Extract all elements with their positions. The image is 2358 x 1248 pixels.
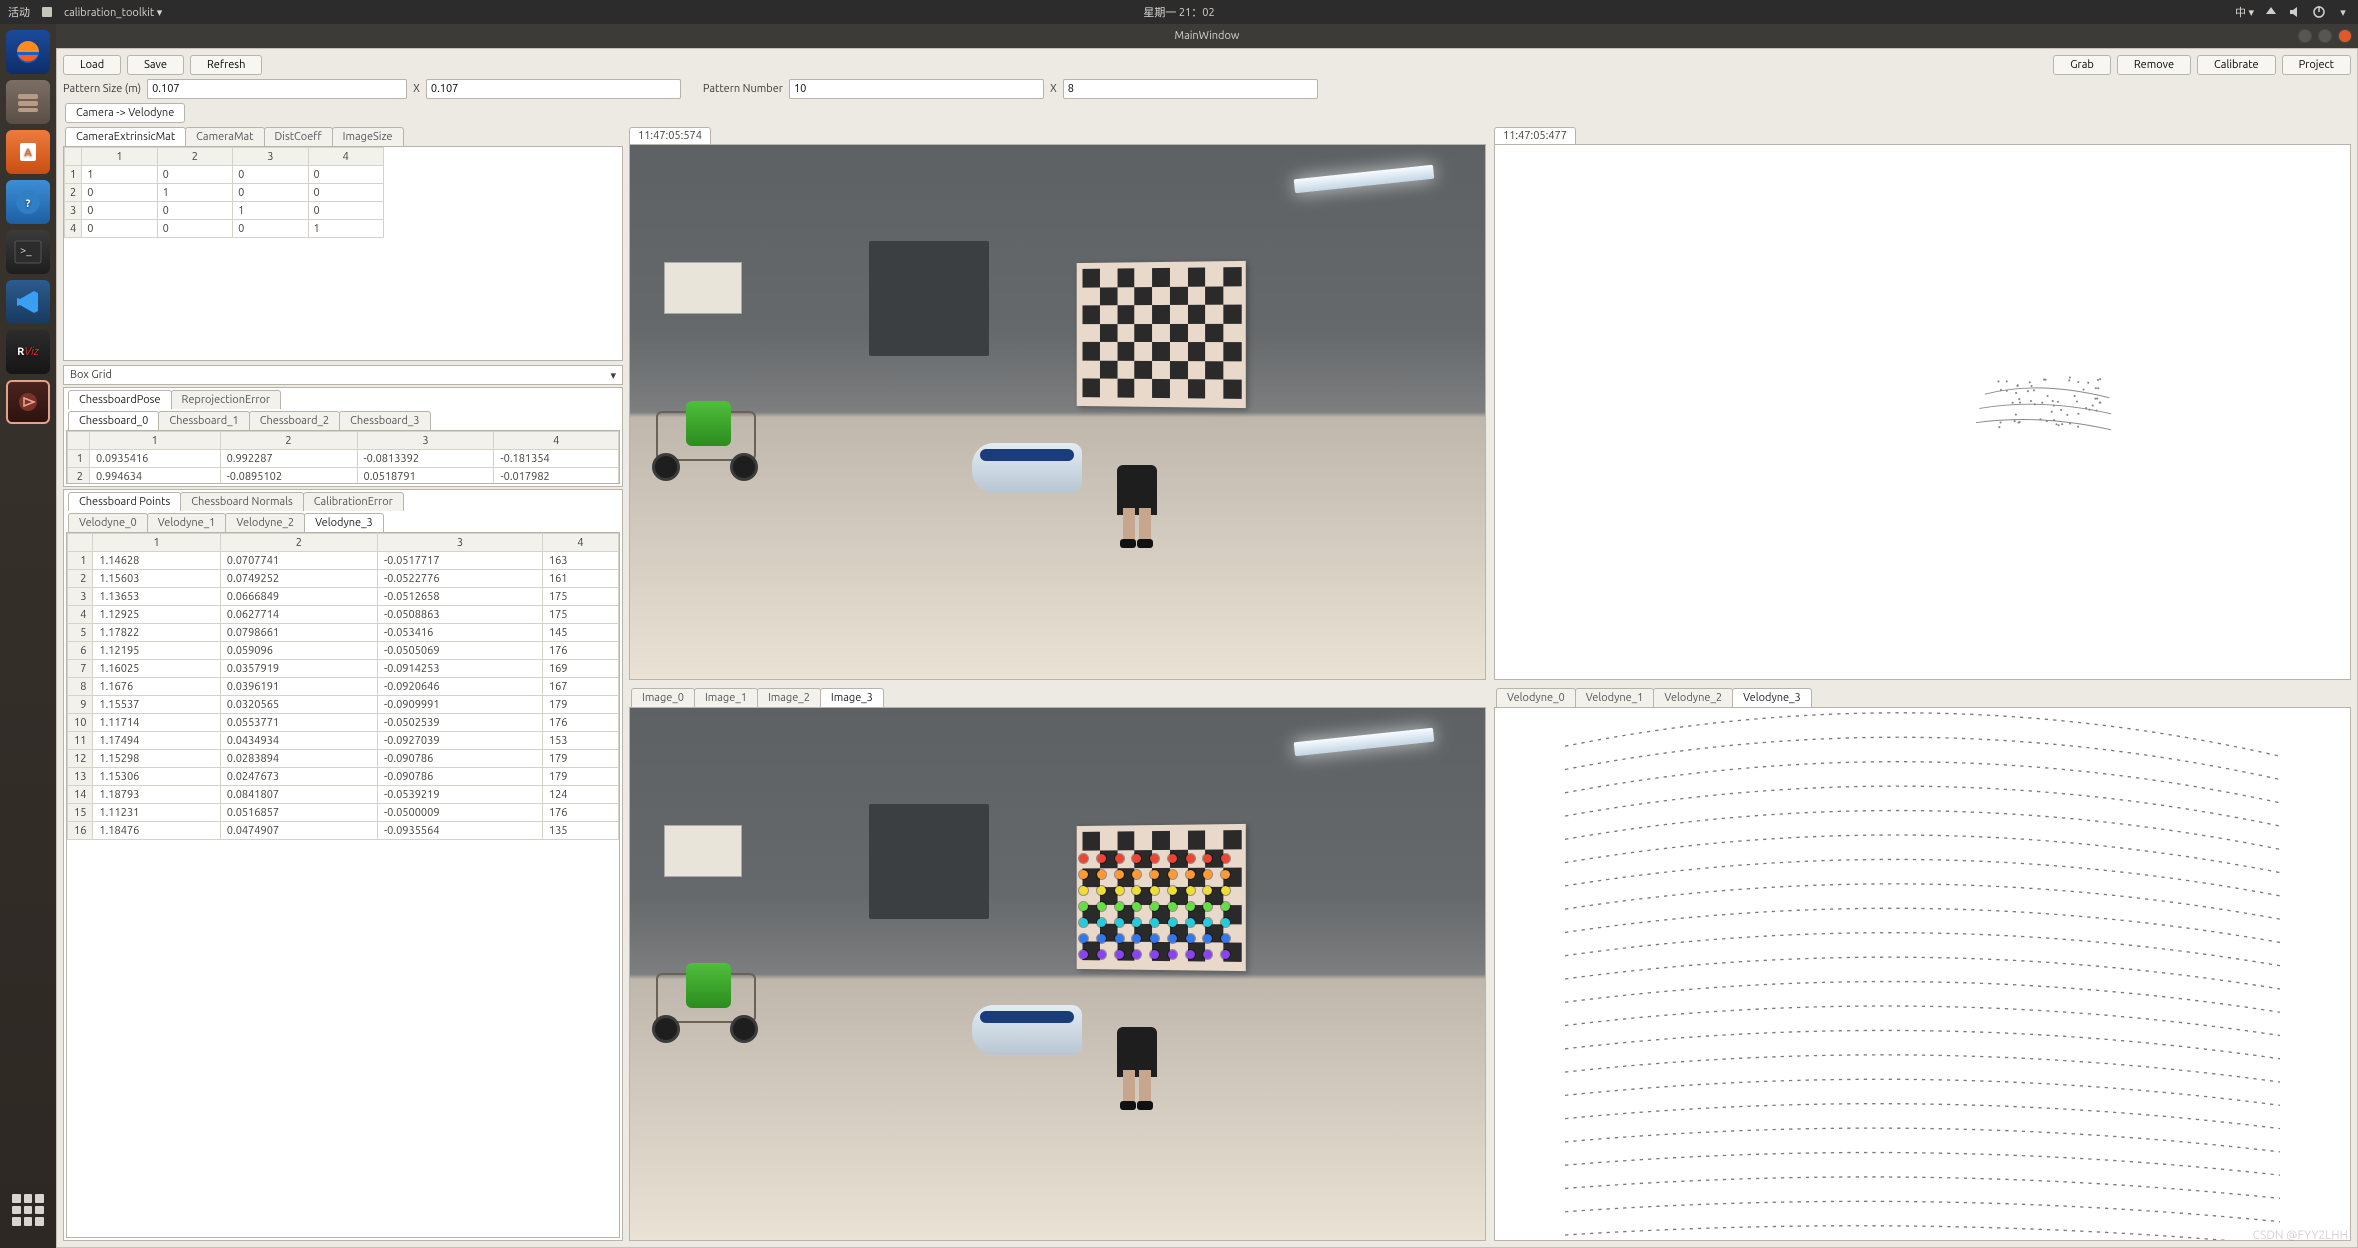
image-tab-2[interactable]: Image_2 bbox=[757, 688, 821, 707]
pose-tab-0[interactable]: ChessboardPose bbox=[68, 390, 172, 409]
dock-running-app[interactable] bbox=[6, 380, 50, 424]
camera-timestamp-tab[interactable]: 11:47:05:574 bbox=[629, 127, 711, 144]
pose-tab-1[interactable]: ReprojectionError bbox=[171, 390, 282, 409]
pattern-number-x-input[interactable] bbox=[789, 79, 1044, 99]
lidar-scan-view bbox=[1494, 707, 2351, 1241]
maximize-button[interactable] bbox=[2318, 29, 2332, 43]
image-tab-3[interactable]: Image_3 bbox=[820, 688, 884, 707]
calibrate-button[interactable]: Calibrate bbox=[2197, 55, 2276, 75]
image-tab-1[interactable]: Image_1 bbox=[694, 688, 758, 707]
lidar-tab-3[interactable]: Velodyne_3 bbox=[1732, 688, 1812, 707]
calib-tab-1[interactable]: Chessboard Normals bbox=[180, 492, 304, 511]
chessboard-tab-3[interactable]: Chessboard_3 bbox=[339, 411, 430, 430]
svg-text:>_: >_ bbox=[20, 245, 32, 257]
mat-tab-2[interactable]: DistCoeff bbox=[264, 127, 333, 146]
image-tab-0[interactable]: Image_0 bbox=[631, 688, 695, 707]
velodyne-tab-1[interactable]: Velodyne_1 bbox=[147, 513, 227, 532]
dropdown-icon[interactable]: ▾ bbox=[2336, 5, 2350, 19]
mat-tab-1[interactable]: CameraMat bbox=[185, 127, 264, 146]
dock-files[interactable] bbox=[6, 80, 50, 124]
window-titlebar: MainWindow bbox=[56, 24, 2358, 48]
lidar-tab-2[interactable]: Velodyne_2 bbox=[1653, 688, 1733, 707]
pattern-x-label-2: X bbox=[1050, 83, 1057, 95]
app-menu[interactable]: calibration_toolkit ▾ bbox=[64, 6, 162, 19]
velodyne-tab-3[interactable]: Velodyne_3 bbox=[304, 513, 384, 532]
grab-button[interactable]: Grab bbox=[2053, 55, 2111, 75]
dock-software[interactable]: A bbox=[6, 130, 50, 174]
top-menubar: 活动 calibration_toolkit ▾ 星期一 21：02 中 ▾ ▾ bbox=[0, 0, 2358, 24]
save-button[interactable]: Save bbox=[127, 55, 184, 75]
velodyne-tab-2[interactable]: Velodyne_2 bbox=[225, 513, 305, 532]
dock: A ? >_ RViz bbox=[0, 24, 56, 1248]
svg-text:A: A bbox=[24, 147, 32, 159]
pattern-x-label-1: X bbox=[413, 83, 420, 95]
project-button[interactable]: Project bbox=[2282, 55, 2351, 75]
camera-image-view bbox=[629, 144, 1486, 680]
mat-tab-0[interactable]: CameraExtrinsicMat bbox=[65, 127, 186, 146]
window-title: MainWindow bbox=[1175, 30, 1240, 42]
remove-button[interactable]: Remove bbox=[2117, 55, 2191, 75]
watermark: CSDN @FYY2LHH bbox=[2253, 1229, 2348, 1242]
apps-grid-button[interactable] bbox=[12, 1194, 44, 1226]
dock-terminal[interactable]: >_ bbox=[6, 230, 50, 274]
pattern-size-label: Pattern Size (m) bbox=[63, 83, 141, 95]
volume-icon[interactable] bbox=[2288, 5, 2302, 19]
minimize-button[interactable] bbox=[2298, 29, 2312, 43]
calib-tab-2[interactable]: CalibrationError bbox=[303, 492, 404, 511]
pattern-size-y-input[interactable] bbox=[426, 79, 681, 99]
box-grid-dropdown[interactable]: Box Grid▾ bbox=[63, 365, 623, 385]
dock-firefox[interactable] bbox=[6, 30, 50, 74]
dock-rviz[interactable]: RViz bbox=[6, 330, 50, 374]
velodyne-points-table: 123411.146280.0707741-0.051771716321.156… bbox=[67, 533, 619, 840]
pattern-size-x-input[interactable] bbox=[147, 79, 407, 99]
svg-text:?: ? bbox=[26, 198, 31, 210]
chessboard-tab-2[interactable]: Chessboard_2 bbox=[249, 411, 340, 430]
pattern-number-label: Pattern Number bbox=[703, 83, 783, 95]
refresh-button[interactable]: Refresh bbox=[190, 55, 262, 75]
app-icon bbox=[40, 5, 54, 19]
chessboard-tab-0[interactable]: Chessboard_0 bbox=[68, 411, 159, 430]
mat-tab-3[interactable]: ImageSize bbox=[332, 127, 404, 146]
clock[interactable]: 星期一 21：02 bbox=[1143, 4, 1214, 20]
ime-indicator[interactable]: 中 ▾ bbox=[2235, 4, 2254, 20]
dock-vscode[interactable] bbox=[6, 280, 50, 324]
calib-tab-0[interactable]: Chessboard Points bbox=[68, 492, 181, 511]
chessboard-tab-1[interactable]: Chessboard_1 bbox=[158, 411, 249, 430]
activities-button[interactable]: 活动 bbox=[8, 4, 30, 20]
main-tab[interactable]: Camera -> Velodyne bbox=[65, 103, 185, 123]
power-icon[interactable] bbox=[2312, 5, 2326, 19]
projected-image-view bbox=[629, 707, 1486, 1241]
lidar-tab-1[interactable]: Velodyne_1 bbox=[1575, 688, 1655, 707]
pattern-number-y-input[interactable] bbox=[1063, 79, 1318, 99]
close-button[interactable] bbox=[2338, 29, 2352, 43]
extrinsic-matrix-table: 123411000201003001040001 bbox=[64, 147, 384, 238]
lidar-top-timestamp-tab[interactable]: 11:47:05:477 bbox=[1494, 127, 1576, 144]
dock-help[interactable]: ? bbox=[6, 180, 50, 224]
main-window: Load Save Refresh Grab Remove Calibrate … bbox=[56, 48, 2358, 1248]
chessboard-pose-table: 123410.09354160.992287-0.0813392-0.18135… bbox=[67, 431, 619, 484]
lidar-tab-0[interactable]: Velodyne_0 bbox=[1496, 688, 1576, 707]
chevron-down-icon: ▾ bbox=[610, 369, 616, 382]
velodyne-points-scroll[interactable]: 123411.146280.0707741-0.051771716321.156… bbox=[66, 532, 620, 1238]
lidar-top-view bbox=[1494, 144, 2351, 680]
load-button[interactable]: Load bbox=[63, 55, 121, 75]
network-icon[interactable] bbox=[2264, 5, 2278, 19]
velodyne-tab-0[interactable]: Velodyne_0 bbox=[68, 513, 148, 532]
